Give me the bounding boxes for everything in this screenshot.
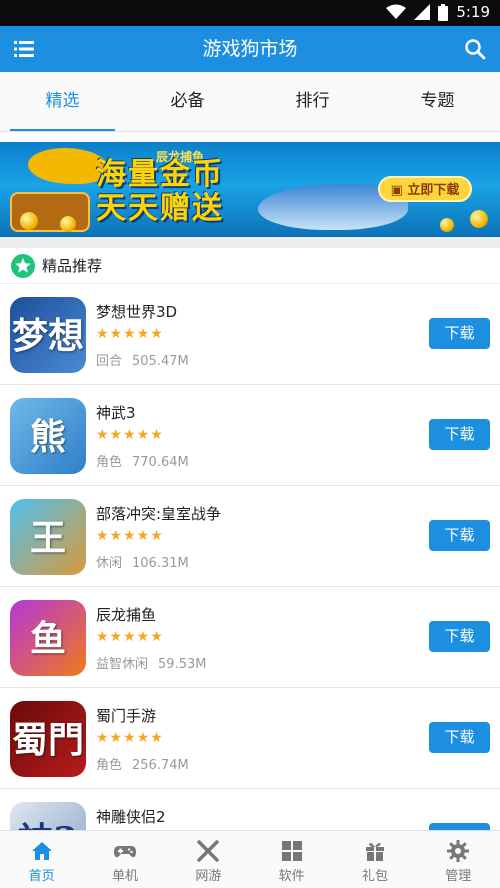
- app-meta: 回合 505.47M: [96, 350, 189, 369]
- app-meta: 角色 770.64M: [96, 451, 189, 470]
- app-bar: 游戏狗市场: [0, 26, 500, 72]
- download-box-icon: ▣: [390, 183, 403, 198]
- app-meta: 休闲 106.31M: [96, 552, 189, 571]
- app-name: 辰龙捕鱼: [96, 606, 157, 624]
- gear-icon: [446, 839, 470, 863]
- nav-online-games-label: 网游: [195, 869, 222, 884]
- app-name: 蜀门手游: [96, 707, 157, 725]
- app-icon-glyph: 梦想: [11, 315, 84, 357]
- status-time: 5:19: [456, 3, 490, 21]
- app-row[interactable]: 鱼 辰龙捕鱼 ★★★★★ 益智休闲 59.53M 下载: [0, 587, 500, 688]
- app-size: 256.74M: [132, 758, 189, 773]
- coin-illustration: [60, 216, 76, 232]
- crossed-swords-icon: [196, 839, 220, 863]
- app-name: 梦想世界3D: [96, 303, 178, 321]
- app-icon[interactable]: 鱼: [10, 600, 86, 676]
- promo-banner[interactable]: 辰龙捕鱼 海量金币 天天赠送 ▣ 立即下载: [0, 142, 500, 237]
- rating-stars: ★★★★★: [96, 730, 164, 746]
- download-button[interactable]: 下载: [429, 621, 490, 652]
- gamepad-icon: [113, 839, 137, 863]
- app-size: 505.47M: [132, 354, 189, 369]
- nav-software[interactable]: 软件: [250, 831, 333, 888]
- app-icon-glyph: 熊: [29, 416, 66, 458]
- nav-gifts-label: 礼包: [361, 869, 388, 884]
- rating-stars: ★★★★★: [96, 326, 164, 342]
- banner-headline-line2: 天天赠送: [96, 191, 224, 226]
- nav-online-games[interactable]: 网游: [167, 831, 250, 888]
- section-divider: [0, 237, 500, 248]
- nav-manage-label: 管理: [445, 869, 472, 884]
- app-size: 106.31M: [132, 556, 189, 571]
- banner-download-label: 立即下载: [407, 183, 460, 198]
- signal-icon: [414, 4, 431, 20]
- nav-home-label: 首页: [28, 869, 55, 884]
- app-icon[interactable]: 王: [10, 499, 86, 575]
- tab-ranking[interactable]: 排行: [250, 72, 375, 131]
- grid-icon: [280, 839, 304, 863]
- tab-featured[interactable]: 精选: [0, 72, 125, 131]
- nav-single-player[interactable]: 单机: [83, 831, 166, 888]
- wifi-icon: [386, 4, 407, 20]
- bottom-nav: 首页 单机 网游 软件 礼包 管理: [0, 830, 500, 888]
- app-icon-glyph: 蜀門: [11, 719, 84, 761]
- app-row[interactable]: 梦想 梦想世界3D ★★★★★ 回合 505.47M 下载: [0, 284, 500, 385]
- nav-manage[interactable]: 管理: [417, 831, 500, 888]
- nav-gifts[interactable]: 礼包: [333, 831, 416, 888]
- app-icon-glyph: 王: [29, 517, 66, 559]
- gift-icon: [363, 839, 387, 863]
- app-category: 益智休闲: [96, 657, 149, 672]
- banner-headline-line1: 海量金币: [96, 157, 224, 192]
- app-category: 回合: [96, 354, 123, 369]
- battery-icon: [438, 3, 449, 21]
- section-header: 精品推荐: [0, 248, 500, 284]
- app-icon[interactable]: 梦想: [10, 297, 86, 373]
- section-title: 精品推荐: [42, 257, 103, 275]
- home-icon: [30, 839, 54, 863]
- app-title: 游戏狗市场: [202, 38, 298, 60]
- download-button[interactable]: 下载: [429, 722, 490, 753]
- download-button[interactable]: 下载: [429, 318, 490, 349]
- app-category: 休闲: [96, 556, 123, 571]
- app-row[interactable]: 蜀門 蜀门手游 ★★★★★ 角色 256.74M 下载: [0, 688, 500, 789]
- search-icon[interactable]: [464, 38, 486, 60]
- app-meta: 益智休闲 59.53M: [96, 653, 206, 672]
- tab-topics[interactable]: 专题: [375, 72, 500, 131]
- banner-download-button[interactable]: ▣ 立即下载: [378, 176, 472, 202]
- coin-illustration: [440, 218, 454, 232]
- status-right: 5:19: [386, 3, 490, 21]
- app-row[interactable]: 熊 神武3 ★★★★★ 角色 770.64M 下载: [0, 385, 500, 486]
- app-row[interactable]: 王 部落冲突:皇室战争 ★★★★★ 休闲 106.31M 下载: [0, 486, 500, 587]
- app-icon[interactable]: 蜀門: [10, 701, 86, 777]
- tab-essential[interactable]: 必备: [125, 72, 250, 131]
- coin-illustration: [470, 210, 488, 228]
- app-name: 神武3: [96, 404, 136, 422]
- app-icon-glyph: 鱼: [29, 618, 66, 660]
- app-category: 角色: [96, 455, 123, 470]
- nav-software-label: 软件: [278, 869, 305, 884]
- rating-stars: ★★★★★: [96, 629, 164, 645]
- download-button[interactable]: 下载: [429, 419, 490, 450]
- nav-single-player-label: 单机: [111, 869, 138, 884]
- banner-headline: 海量金币 天天赠送: [96, 158, 224, 226]
- app-icon[interactable]: 熊: [10, 398, 86, 474]
- star-icon: [11, 254, 35, 278]
- rating-stars: ★★★★★: [96, 528, 164, 544]
- nav-home[interactable]: 首页: [0, 831, 83, 888]
- app-size: 59.53M: [158, 657, 207, 672]
- coin-illustration: [20, 212, 38, 230]
- download-button[interactable]: 下载: [429, 520, 490, 551]
- app-name: 神雕侠侣2: [96, 808, 166, 826]
- category-tabs: 精选 必备 排行 专题: [0, 72, 500, 132]
- app-size: 770.64M: [132, 455, 189, 470]
- status-bar: 5:19: [0, 0, 500, 26]
- app-name: 部落冲突:皇室战争: [96, 505, 222, 523]
- rating-stars: ★★★★★: [96, 427, 164, 443]
- app-category: 角色: [96, 758, 123, 773]
- app-meta: 角色 256.74M: [96, 754, 189, 773]
